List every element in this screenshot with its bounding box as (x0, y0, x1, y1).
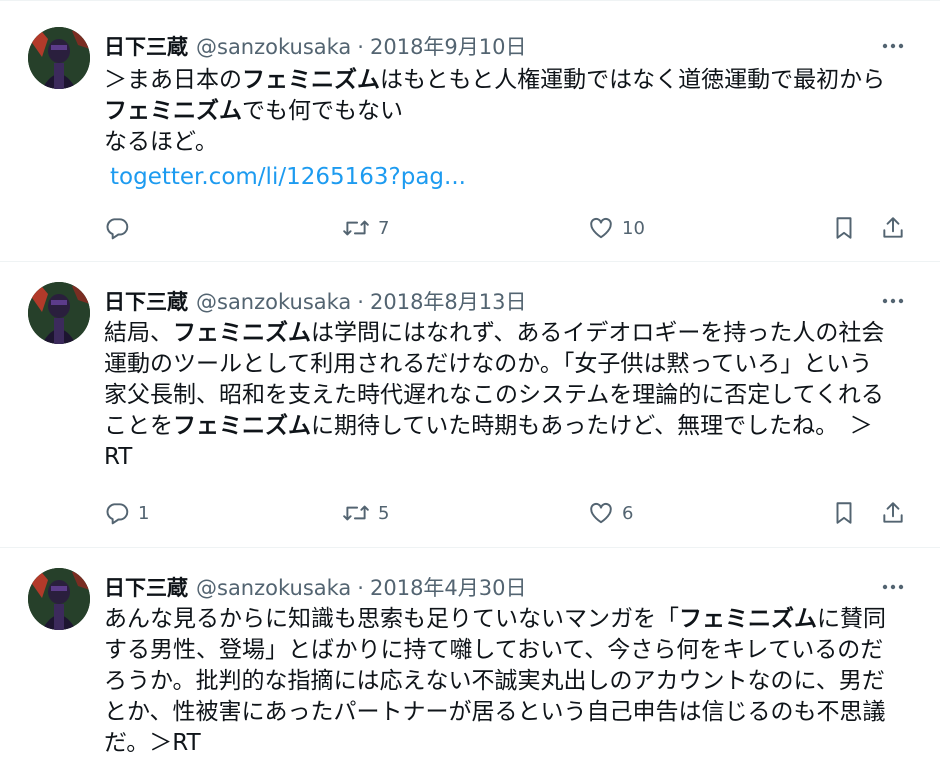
text-segment: だ。＞RT (104, 730, 201, 756)
text-segment: なるほど。 (104, 129, 218, 155)
text-segment: する男性、登場」とばかりに持て囃しておいて、今さら何をキレているのだ (104, 637, 884, 663)
tweet-text-line: あんな見るからに知識も思索も足りていないマンガを「フェミニズムに賛同 (104, 604, 904, 635)
tweet-header: 日下三蔵 @sanzokusaka · 2018年8月13日 (104, 285, 527, 319)
retweet-count: 7 (378, 217, 390, 239)
more-horizontal-icon[interactable] (880, 288, 906, 314)
tweet-date[interactable]: 2018年4月30日 (370, 571, 527, 605)
text-segment: とか、性被害にあったパートナーが居るという自己申告は信じるのも不思議 (104, 699, 886, 725)
text-segment: ろうか。批判的な指摘には応えない不誠実丸出しのアカウントなのに、男だ (104, 668, 885, 694)
tweet-text-line: ＞まあ日本のフェミニズムはもともと人権運動ではなく道徳運動で最初から (104, 65, 904, 96)
reply-bubble-icon (104, 215, 130, 241)
bookmark-button[interactable] (832, 211, 856, 245)
tweet-text-line: なるほど。 (104, 127, 904, 158)
text-segment: 家父長制、昭和を支えた時代遅れなこのシステムを理論的に否定してくれる (104, 382, 884, 408)
tweet-text-line: する男性、登場」とばかりに持て囃しておいて、今さら何をキレているのだ (104, 635, 904, 666)
user-display-name[interactable]: 日下三蔵 (104, 30, 188, 64)
text-segment: に賛同 (817, 606, 886, 632)
share-upload-icon (880, 500, 906, 526)
tweet-link[interactable]: togetter.com/li/1265163?pag... (110, 162, 904, 193)
bookmark-icon (832, 215, 856, 241)
avatar[interactable] (28, 282, 90, 344)
user-handle[interactable]: @sanzokusaka (196, 571, 351, 605)
tweet-text-line: 結局、フェミニズムは学問にはなれず、あるイデオロギーを持った人の社会 (104, 318, 904, 349)
tweet-text-line: フェミニズムでも何でもない (104, 96, 904, 127)
tweet-text-line: とか、性被害にあったパートナーが居るという自己申告は信じるのも不思議 (104, 697, 904, 728)
tweet-text: ＞まあ日本のフェミニズムはもともと人権運動ではなく道徳運動で最初から フェミニズム… (104, 65, 904, 193)
tweet[interactable]: 日下三蔵 @sanzokusaka · 2018年9月10日 ＞まあ日本のフェミ… (0, 0, 940, 262)
user-handle[interactable]: @sanzokusaka (196, 285, 351, 319)
tweet[interactable]: 日下三蔵 @sanzokusaka · 2018年4月30日 あんな見るからに知… (0, 548, 940, 776)
tweet-header: 日下三蔵 @sanzokusaka · 2018年4月30日 (104, 571, 527, 605)
reply-button[interactable]: 1 (104, 496, 149, 530)
tweet-text-line: だ。＞RT (104, 728, 904, 759)
header-separator: · (357, 35, 364, 59)
tweet[interactable]: 日下三蔵 @sanzokusaka · 2018年8月13日 結局、フェミニズム… (0, 262, 940, 548)
tweet-text-line: ことをフェミニズムに期待していた時期もあったけど、無理でしたね。 ＞ (104, 411, 904, 442)
user-display-name[interactable]: 日下三蔵 (104, 285, 188, 319)
retweet-button[interactable]: 5 (342, 496, 389, 530)
like-count: 6 (622, 502, 634, 524)
text-segment: は学問にはなれず、あるイデオロギーを持った人の社会 (311, 320, 885, 346)
reply-bubble-icon (104, 500, 130, 526)
highlighted-keyword: フェミニズム (173, 320, 311, 346)
tweet-actions: 7 10 (104, 211, 914, 245)
text-segment: はもともと人権運動ではなく道徳運動で最初から (380, 67, 886, 93)
tweet-actions: 1 5 6 (104, 496, 914, 530)
text-segment: RT (104, 444, 133, 470)
user-handle[interactable]: @sanzokusaka (196, 30, 351, 64)
tweet-header: 日下三蔵 @sanzokusaka · 2018年9月10日 (104, 30, 527, 64)
like-button[interactable]: 6 (588, 496, 633, 530)
tweet-text-line: RT (104, 442, 904, 473)
reply-count: 1 (138, 502, 150, 524)
like-count: 10 (622, 217, 645, 239)
text-segment: 運動のツールとして利用されるだけなのか。「女子供は黙っていろ」という (104, 351, 873, 377)
share-button[interactable] (880, 496, 906, 530)
bookmark-icon (832, 500, 856, 526)
retweet-button[interactable]: 7 (342, 211, 389, 245)
heart-outline-icon (588, 500, 614, 526)
tweet-date[interactable]: 2018年8月13日 (370, 285, 527, 319)
text-segment: 結局、 (104, 320, 173, 346)
more-horizontal-icon[interactable] (880, 33, 906, 59)
heart-outline-icon (588, 215, 614, 241)
tweet-text-line: ろうか。批判的な指摘には応えない不誠実丸出しのアカウントなのに、男だ (104, 666, 904, 697)
header-separator: · (357, 576, 364, 600)
text-segment: ＞まあ日本の (104, 67, 242, 93)
text-segment: あんな見るからに知識も思索も足りていないマンガを「 (104, 606, 679, 632)
timeline-feed: 日下三蔵 @sanzokusaka · 2018年9月10日 ＞まあ日本のフェミ… (0, 0, 940, 776)
text-segment: ことを (104, 413, 173, 439)
tweet-text: 結局、フェミニズムは学問にはなれず、あるイデオロギーを持った人の社会 運動のツール… (104, 318, 904, 473)
tweet-date[interactable]: 2018年9月10日 (370, 30, 527, 64)
text-segment: でも何でもない (242, 98, 403, 124)
avatar[interactable] (28, 568, 90, 630)
share-button[interactable] (880, 211, 906, 245)
reply-button[interactable] (104, 211, 138, 245)
text-segment: に期待していた時期もあったけど、無理でしたね。 ＞ (311, 413, 873, 439)
retweet-arrows-icon (342, 500, 370, 526)
share-upload-icon (880, 215, 906, 241)
highlighted-keyword: フェミニズム (173, 413, 311, 439)
retweet-count: 5 (378, 502, 390, 524)
header-separator: · (357, 290, 364, 314)
highlighted-keyword: フェミニズム (242, 67, 380, 93)
user-display-name[interactable]: 日下三蔵 (104, 571, 188, 605)
retweet-arrows-icon (342, 215, 370, 241)
bookmark-button[interactable] (832, 496, 856, 530)
avatar[interactable] (28, 27, 90, 89)
tweet-text: あんな見るからに知識も思索も足りていないマンガを「フェミニズムに賛同 する男性、登… (104, 604, 904, 759)
tweet-text-line: 家父長制、昭和を支えた時代遅れなこのシステムを理論的に否定してくれる (104, 380, 904, 411)
like-button[interactable]: 10 (588, 211, 645, 245)
tweet-text-line: 運動のツールとして利用されるだけなのか。「女子供は黙っていろ」という (104, 349, 904, 380)
highlighted-keyword: フェミニズム (679, 606, 817, 632)
highlighted-keyword: フェミニズム (104, 98, 242, 124)
more-horizontal-icon[interactable] (880, 574, 906, 600)
